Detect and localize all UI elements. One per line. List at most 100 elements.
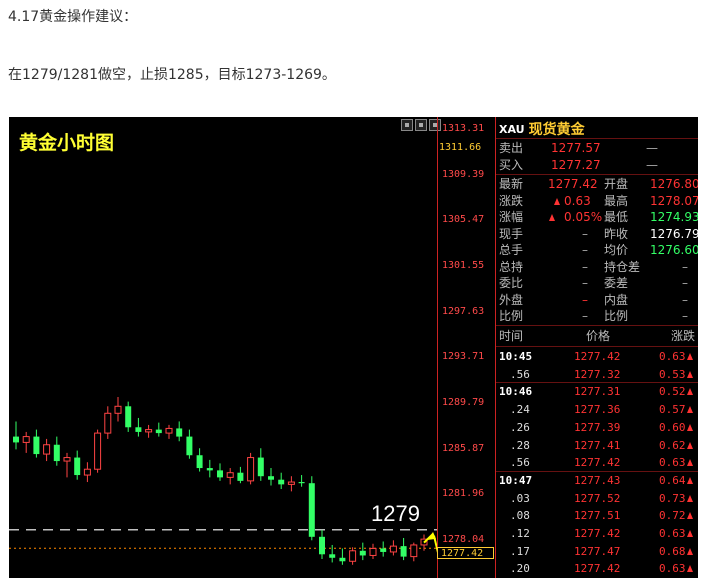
buy-extra: — [646,158,658,172]
tick-change: 0.63 [659,527,686,540]
up-arrow-icon [687,476,693,484]
current-price-tag: 1277.42 [437,547,494,559]
stat-label: 比例 [604,309,629,323]
tick-change: 0.60 [659,420,686,434]
candle-body [380,548,387,552]
stat-value: – [582,309,588,323]
chart-settings-icon[interactable] [415,119,427,131]
tick-change: 0.68 [659,544,686,558]
candle-body [53,444,60,462]
stat-label: 最新 [499,177,524,191]
stat-label: 涨跌 [499,193,524,208]
stat-label: 最高 [604,193,629,208]
y-tick-label: 1305.47 [442,214,485,226]
y-tick-label: 1313.31 [442,123,485,134]
candle-body [186,436,193,456]
y-tick-label: 1285.87 [442,442,485,454]
candle-body [257,457,264,477]
y-tick-label: 1309.39 [442,168,485,180]
candle-body [237,472,244,481]
tick-time: 10:45 [499,350,533,363]
candle-body [145,429,153,433]
candle-body [135,427,142,432]
sell-value: 1277.57 [551,141,601,155]
chart-zoom-icon[interactable] [401,119,413,131]
divider [496,325,698,326]
candle-body [287,481,295,485]
tick-price: 1277.42 [574,527,621,540]
tick-change: 0.64 [659,473,686,487]
stat-value: 1277.42 [548,177,598,191]
tick-row: .28 1277.41 0.62 [496,437,698,455]
candle-body [165,427,173,434]
tick-time: .56 [510,367,530,381]
up-arrow-icon [687,388,693,396]
tick-row: 10:46 1277.31 0.52 [496,383,698,401]
stat-label: 委比 [499,276,524,290]
tick-change: 0.72 [659,509,686,523]
candle-body [339,557,346,562]
up-arrow-icon [549,214,555,221]
stat-value: 0.63 [564,193,591,208]
candle-body [410,544,418,558]
stat-value: – [582,292,588,307]
tick-row: .26 1277.39 0.60 [496,419,698,437]
stat-label: 持仓差 [604,259,641,274]
y-tick-label: 1289.79 [442,397,485,409]
chart-title: 黄金小时图 [19,132,115,154]
quote-header: XAU 现货黄金 [499,119,585,139]
tick-price: 1277.47 [574,544,621,558]
tick-time: .56 [510,456,530,470]
tick-price: 1277.51 [574,509,621,523]
divider [496,346,698,347]
candle-body [298,482,305,484]
tick-row: .12 1277.42 0.63 [496,525,698,543]
stat-label: 内盘 [604,292,629,307]
stat-label: 委差 [604,276,629,290]
tick-row: .20 1277.42 0.63 [496,560,698,578]
tick-time: .20 [510,562,530,576]
tick-time: .17 [510,544,530,558]
candle-body [94,432,102,470]
quote-panel: XAU 现货黄金 卖出 1277.57 — 买入 1277.27 — 最新 127… [495,117,698,578]
stat-value: 1278.07 [650,193,698,208]
y-tick-label: 1301.55 [442,260,485,272]
stat-label: 现手 [499,226,524,241]
ticks-header-time: 时间 [499,329,524,343]
stat-label: 开盘 [604,177,629,191]
up-arrow-icon [687,565,693,573]
up-arrow-icon [687,441,693,449]
stat-label: 均价 [604,243,629,257]
stat-value: 1276.60 [650,243,698,257]
candle-body [389,545,397,553]
candle-body [22,436,30,443]
up-arrow-icon [687,353,693,360]
candle-body [329,554,336,558]
up-arrow-icon [687,530,693,537]
candle-body [226,472,234,478]
tick-row: 10:47 1277.43 0.64 [496,472,698,490]
sell-extra: — [646,141,658,155]
candle-body [43,444,51,455]
gold-hourly-chart: 黄金小时图 1313.31 1311.66 1309.39 1305.47 1301.5… [9,117,698,578]
candle-body [247,457,255,482]
candle-body [308,483,315,537]
chart-maximize-icon[interactable] [429,119,441,131]
candle-body [268,476,274,480]
up-arrow-icon [687,494,693,502]
tick-time: 10:46 [499,385,533,399]
tick-price: 1277.31 [574,385,621,399]
y-tick-label: 1293.71 [442,351,485,363]
tick-change: 0.63 [659,562,686,576]
stat-value: 0.05% [564,210,603,224]
stat-value: 1276.79 [650,226,698,241]
candle-body [278,479,285,485]
up-arrow-icon [687,370,693,378]
up-arrow-icon [687,547,693,555]
tick-time: .12 [510,527,530,540]
stat-value: – [582,276,588,290]
up-arrow-icon [687,459,693,467]
y-tick-label: 1281.96 [442,488,485,500]
candle-body [359,550,366,556]
tick-price: 1277.41 [574,438,621,452]
